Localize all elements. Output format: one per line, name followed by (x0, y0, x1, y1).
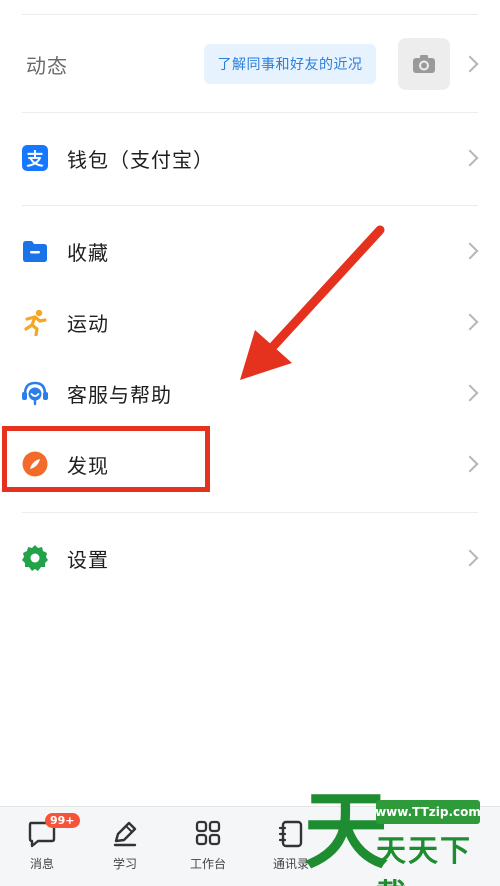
unread-badge: 99+ (45, 813, 80, 828)
tab-label: 学习 (112, 857, 137, 871)
menu-item-favorites[interactable]: 收藏 (0, 219, 500, 283)
chevron-right-icon (461, 149, 479, 167)
moments-hint-bubble[interactable]: 了解同事和好友的近况 (204, 44, 376, 84)
menu-item-wallet[interactable]: 支 钱包（支付宝） (0, 126, 500, 190)
moments-label: 动态 (26, 53, 68, 78)
tab-label: 消息 (29, 857, 54, 871)
divider (22, 512, 478, 513)
camera-button[interactable] (398, 38, 450, 90)
alipay-icon: 支 (22, 145, 48, 171)
grid-icon (195, 820, 221, 846)
gear-icon (22, 545, 48, 571)
pen-icon (113, 821, 137, 847)
headset-icon (22, 381, 48, 406)
menu-item-label: 收藏 (67, 240, 109, 265)
watermark-url: www.TTzip.com (375, 800, 481, 824)
tab-label: 工作台 (189, 857, 226, 871)
menu-item-label: 运动 (67, 311, 109, 336)
moments-hint-text: 了解同事和好友的近况 (217, 57, 363, 73)
tab-learning[interactable]: 学习 (90, 819, 160, 872)
tab-messages[interactable]: 99+ 消息 (7, 813, 80, 872)
chevron-right-icon (461, 242, 479, 260)
menu-item-label: 客服与帮助 (67, 382, 172, 407)
divider (22, 112, 478, 113)
menu-item-label: 设置 (67, 547, 109, 572)
menu-item-settings[interactable]: 设置 (0, 526, 500, 590)
chevron-right-icon (461, 313, 479, 331)
highlight-box (2, 426, 210, 492)
top-divider (22, 14, 478, 15)
menu-item-support[interactable]: 客服与帮助 (0, 361, 500, 425)
tab-workbench[interactable]: 工作台 (173, 819, 243, 872)
divider (22, 205, 478, 206)
chevron-right-icon (461, 549, 479, 567)
chevron-right-icon (461, 455, 479, 473)
camera-icon (413, 55, 435, 73)
svg-text:支: 支 (27, 149, 45, 170)
menu-item-sports[interactable]: 运动 (0, 290, 500, 354)
chevron-right-icon (461, 384, 479, 402)
runner-icon (24, 309, 47, 336)
menu-item-label: 钱包（支付宝） (67, 147, 214, 172)
folder-icon (23, 241, 47, 262)
watermark-text: 天天下載 (376, 834, 472, 886)
chevron-right-icon (461, 55, 479, 73)
